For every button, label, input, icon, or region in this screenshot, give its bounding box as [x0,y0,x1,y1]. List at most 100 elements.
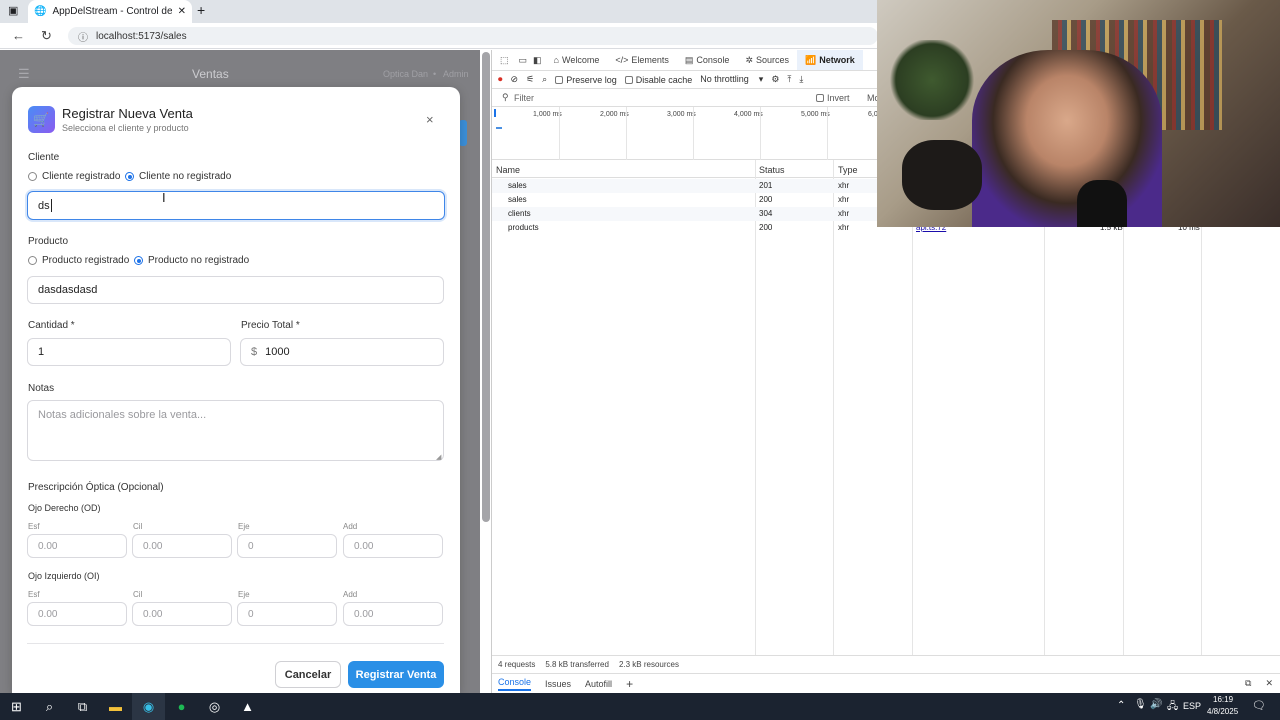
app-icon[interactable]: ▲ [231,693,264,720]
register-sale-button[interactable]: Registrar Venta [348,661,444,688]
close-drawer-icon[interactable]: ✕ [1265,678,1280,689]
tab-sources[interactable]: ✲ Sources [737,55,797,66]
product-name-input[interactable]: dasdasdasd [27,276,444,304]
text-caret [50,199,52,212]
page-scrollbar[interactable] [482,52,490,522]
od-add-input[interactable]: 0.00 [343,534,443,558]
radio-icon [28,172,37,181]
oi-add-input[interactable]: 0.00 [343,602,443,626]
notes-textarea[interactable]: Notas adicionales sobre la venta... [27,400,444,461]
throttling-select[interactable]: No throttling ▾ [700,74,763,85]
obs-icon[interactable]: ◎ [198,693,231,720]
request-type: xhr [838,181,850,190]
grid-line [693,107,694,160]
add-drawer-tab-icon[interactable]: + [626,677,633,691]
oi-esf-label: Esf [28,590,40,599]
filter-input[interactable]: Filter [514,93,534,103]
quantity-input[interactable]: 1 [27,338,231,366]
oi-esf-input[interactable]: 0.00 [27,602,127,626]
download-icon[interactable]: ⤓ [799,74,803,85]
chevron-down-icon: ▾ [758,74,764,84]
drawer-tab-issues[interactable]: Issues [545,679,571,689]
cancel-button[interactable]: Cancelar [275,661,341,688]
tick-label: 1,000 ms [533,111,562,118]
od-esf-input[interactable]: 0.00 [27,534,127,558]
microphone [1077,180,1127,227]
browser-tab[interactable]: 🌐 AppDelStream - Control de Stock ✕ [28,0,192,23]
tab-network[interactable]: 📶 Network [797,50,863,70]
tab-console[interactable]: ▤ Console [677,55,738,66]
spotify-icon[interactable]: ● [165,693,198,720]
radio-selected-icon [125,172,134,181]
clock-date[interactable]: 4/8/2025 [1207,707,1238,716]
back-icon[interactable]: ← [12,28,25,43]
product-registered-radio[interactable]: Producto registrado [28,255,129,266]
clock-time[interactable]: 16:19 [1213,695,1233,704]
start-icon[interactable]: ⊞ [0,693,33,720]
resize-handle-icon[interactable]: ◢ [436,453,441,461]
upload-icon[interactable]: ⤒ [787,74,791,85]
file-explorer-icon[interactable]: ▬ [99,693,132,720]
dock-icon[interactable]: ◧ [529,55,546,66]
url-bar[interactable]: ⓘ localhost:5173/sales [68,27,878,45]
close-modal-icon[interactable]: × [426,112,434,127]
product-unregistered-radio[interactable]: Producto no registrado [134,255,249,266]
drawer-tab-autofill[interactable]: Autofill [585,679,612,689]
network-conditions-icon[interactable]: ⚙ [771,74,779,85]
network-icon[interactable]: 🖧 [1167,699,1178,716]
od-eje-input[interactable]: 0 [237,534,337,558]
timeline-bar [494,109,496,117]
oi-add-label: Add [343,590,358,599]
tick-label: 5,000 ms [801,111,830,118]
filter-toggle-icon[interactable]: ⚟ [526,74,534,85]
close-tab-icon[interactable]: ✕ [178,6,186,17]
notifications-icon[interactable]: 🗨 [1252,699,1266,712]
request-name: sales [508,181,527,190]
od-eje-label: Eje [238,522,250,531]
tab-elements[interactable]: </> Elements [607,55,677,65]
tab-actions-icon[interactable]: ▣ [8,4,18,17]
task-view-icon[interactable]: ⧉ [66,693,99,720]
oi-eje-input[interactable]: 0 [237,602,337,626]
filter-icon: ⚲ [502,92,509,102]
column-status[interactable]: Status [759,165,785,175]
dock-drawer-icon[interactable]: ⧉ [1245,678,1251,689]
od-cil-input[interactable]: 0.00 [132,534,232,558]
price-input[interactable]: $ 1000 [240,338,444,366]
tick-label: 2,000 ms [600,111,629,118]
column-name[interactable]: Name [496,165,520,175]
invert-label: Invert [827,93,850,103]
od-label: Ojo Derecho (OD) [28,503,101,513]
tray-chevron-icon[interactable]: ⌃ [1117,700,1125,711]
mic-icon[interactable]: 🎙 [1134,699,1147,710]
cart-icon: 🛒 [28,106,55,133]
device-icon[interactable]: ▭ [517,55,530,66]
invert-checkbox[interactable]: Invert [816,93,850,103]
od-esf-label: Esf [28,522,40,531]
tab-welcome[interactable]: ⌂ Welcome [546,55,608,65]
checkbox-icon [555,75,564,84]
inspect-icon[interactable]: ⬚ [492,55,517,66]
reload-icon[interactable]: ↻ [41,28,52,44]
disable-cache-checkbox[interactable]: Disable cache [624,75,692,85]
new-tab-icon[interactable]: + [197,2,205,18]
volume-icon[interactable]: 🔊 [1150,699,1162,710]
clear-icon[interactable]: ⊘ [511,74,519,85]
client-registered-radio[interactable]: Cliente registrado [28,171,120,182]
info-icon[interactable]: ⓘ [78,29,88,44]
modal-subtitle: Selecciona el cliente y producto [62,123,189,133]
drawer-tab-console[interactable]: Console [498,677,532,691]
oi-cil-input[interactable]: 0.00 [132,602,232,626]
preserve-log-checkbox[interactable]: Preserve log [555,75,617,85]
column-type[interactable]: Type [838,165,858,175]
search-icon[interactable]: ⌕ [542,74,547,85]
request-name: sales [508,195,527,204]
client-label: Cliente [28,152,60,163]
client-unregistered-radio[interactable]: Cliente no registrado [125,171,231,182]
menu-icon[interactable]: ☰ [18,66,30,82]
language-indicator[interactable]: ESP [1183,701,1201,711]
client-name-input[interactable]: ds [27,191,445,220]
search-icon[interactable]: ⌕ [33,693,66,720]
record-icon[interactable]: ⏺ [498,74,503,85]
edge-icon[interactable]: ◉ [132,693,165,720]
